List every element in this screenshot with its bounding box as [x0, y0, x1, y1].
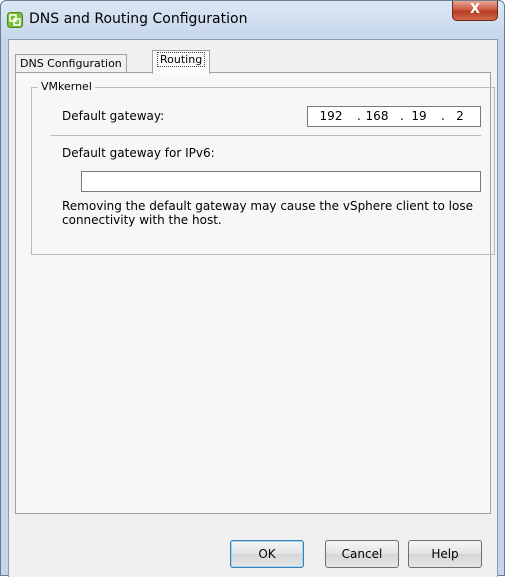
- ipv6-gateway-label: Default gateway for IPv6:: [62, 146, 215, 160]
- cancel-button[interactable]: Cancel: [325, 540, 399, 568]
- close-button[interactable]: X: [452, 1, 498, 21]
- ok-button[interactable]: OK: [230, 540, 304, 568]
- dialog-window: DNS and Routing Configuration X DNS Conf…: [0, 0, 505, 577]
- default-gateway-input[interactable]: 192 . 168 . 19 . 2: [307, 106, 481, 127]
- tab-routing[interactable]: Routing: [152, 50, 211, 74]
- warning-text: Removing the default gateway may cause t…: [62, 199, 473, 227]
- ip-octet-1[interactable]: 192: [316, 107, 346, 126]
- ip-octet-4[interactable]: 2: [445, 107, 475, 126]
- separator: [51, 135, 481, 136]
- group-legend: VMkernel: [38, 80, 95, 93]
- title-bar[interactable]: DNS and Routing Configuration X: [1, 1, 504, 39]
- ipv6-gateway-input[interactable]: [81, 171, 481, 192]
- ip-octet-2[interactable]: 168: [362, 107, 392, 126]
- dialog-client-area: DNS Configuration Routing VMkernel Defau…: [8, 39, 498, 577]
- tab-label: Routing: [157, 52, 206, 67]
- vsphere-app-icon: [7, 12, 23, 28]
- default-gateway-label: Default gateway:: [62, 109, 165, 123]
- ip-octet-3[interactable]: 19: [404, 107, 434, 126]
- window-title: DNS and Routing Configuration: [29, 11, 248, 27]
- tab-dns-configuration[interactable]: DNS Configuration: [15, 54, 127, 73]
- close-icon: X: [469, 2, 481, 17]
- help-button[interactable]: Help: [408, 540, 482, 568]
- tab-label: DNS Configuration: [20, 57, 122, 70]
- ip-dot: .: [357, 109, 361, 123]
